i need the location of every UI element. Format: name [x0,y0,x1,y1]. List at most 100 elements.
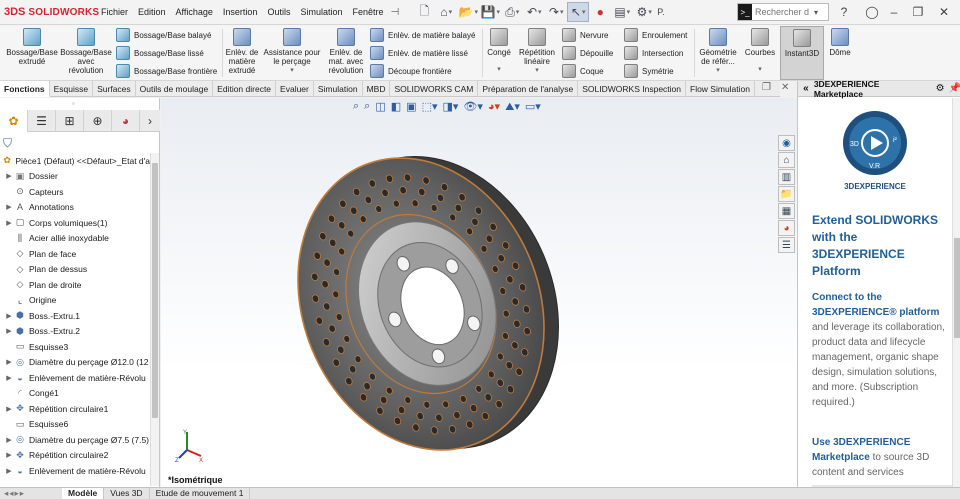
tree-node[interactable]: ⫼ Acier allié inoxydable [0,231,150,247]
tree-scrollbar[interactable] [150,153,159,486]
undo-icon[interactable]: ↶ [523,2,545,22]
menu-item[interactable]: Edition [133,7,171,17]
rib-button[interactable]: Nervure [562,27,608,43]
tree-node[interactable]: ▶ ◒ Enlèvement de matière-Révolu [0,370,150,386]
redo-icon[interactable]: ↷ [545,2,567,22]
bottom-tab[interactable]: Vues 3D [104,488,150,499]
menu-item[interactable]: Fichier [96,7,133,17]
select-arrow-icon[interactable]: ↖ [567,2,590,22]
command-tab[interactable]: Simulation [314,81,363,97]
command-tab[interactable]: Edition directe [213,81,277,97]
tree-node[interactable]: ◜ Congé1 [0,386,150,402]
bottom-tab[interactable]: Etude de mouvement 1 [150,488,251,499]
options-gear-icon[interactable]: ⚙ [633,2,655,22]
boundary-cut-button[interactable]: Découpe frontière [370,63,452,79]
menu-item[interactable]: Outils [262,7,295,17]
connect-link[interactable]: Connect to the 3DEXPERIENCE® platform [812,292,939,318]
command-tab[interactable]: Outils de moulage [136,81,214,97]
graphics-area[interactable]: ⌕ ⌕ ◫ ◧ ▣ ⬚▾ ◨▾ 👁▾ ◕▾ ⛰▾ ▭▾ ◉ ⌂ ▥ 📁 ▦ ◕ … [161,98,797,487]
expand-arrow-icon[interactable]: ▶ [4,405,14,413]
expand-arrow-icon[interactable]: ▶ [4,327,14,335]
dome-button[interactable]: Dôme [826,28,854,57]
file-explorer-icon[interactable]: 📁 [778,186,795,202]
shell-button[interactable]: Coque [562,63,604,79]
tabs-close-icon[interactable]: ✕ [781,82,789,93]
help-icon[interactable]: ? [836,4,852,20]
print-icon[interactable]: ⎙ [501,2,523,22]
command-tab[interactable]: MBD [363,81,391,97]
search-input[interactable] [752,7,814,17]
dimxpertmanager-tab-icon[interactable]: ⊕ [84,110,112,132]
menu-item[interactable]: Affichage [171,7,218,17]
tree-filter[interactable]: ⛉ [0,133,150,153]
tree-node[interactable]: ◇ Plan de dessus [0,262,150,278]
tree-node[interactable]: ▭ Esquisse3 [0,339,150,355]
command-tab[interactable]: Fonctions [0,81,50,97]
open-file-icon[interactable]: 📂 [457,2,479,22]
tree-node[interactable]: ▶ ✥ Répétition circulaire2 [0,448,150,464]
expand-arrow-icon[interactable]: ▶ [4,203,14,211]
command-tab[interactable]: Surfaces [93,81,136,97]
tree-node[interactable]: ▶ ◎ Diamètre du perçage Ø12.0 (12 [0,355,150,371]
tree-node[interactable]: ▶ ▢ Corps volumiques(1) [0,215,150,231]
tabs-more-chevron-icon[interactable]: › [140,110,160,132]
linear-pattern-button[interactable]: Répétition linéaire ▾ [514,28,560,75]
design-library-icon[interactable]: ▥ [778,169,795,185]
solidworks-logo[interactable]: 3DS SOLIDWORKS [0,6,99,18]
tree-node[interactable]: ✿ Pièce1 (Défaut) <<Défaut>_Etat d'a [0,153,150,169]
tree-node[interactable]: ◇ Plan de droite [0,277,150,293]
save-icon[interactable]: 💾 [479,2,501,22]
expand-arrow-icon[interactable]: ▶ [4,358,14,366]
view-palette-icon[interactable]: ▦ [778,203,795,219]
command-tab[interactable]: Esquisse [50,81,94,97]
command-tab[interactable]: Evaluer [276,81,314,97]
minimize-icon[interactable]: – [886,4,902,20]
tree-node[interactable]: ▭ Esquisse6 [0,417,150,433]
command-tab[interactable]: SOLIDWORKS CAM [390,81,479,97]
brake-disc-model[interactable] [161,98,797,487]
fillet-button[interactable]: Congé ▾ [484,28,514,74]
more-menu-p[interactable]: P. [657,7,664,17]
expand-arrow-icon[interactable]: ▶ [4,219,14,227]
tree-node[interactable]: ▶ ◎ Diamètre du perçage Ø7.5 (7.5) [0,432,150,448]
3dexperience-tab-icon[interactable]: ◉ [778,135,795,151]
tree-node[interactable]: ⌞ Origine [0,293,150,309]
displaymanager-tab-icon[interactable]: ◕ [112,110,140,132]
appearances-scenes-icon[interactable]: ◕ [778,220,795,236]
lofted-cut-button[interactable]: Enlèv. de matière lissé [370,45,468,61]
expand-arrow-icon[interactable]: ▶ [4,172,14,180]
swept-cut-button[interactable]: Enlèv. de matière balayé [370,27,475,43]
tree-node[interactable]: ▶ ⬢ Boss.-Extru.2 [0,324,150,340]
expand-arrow-icon[interactable]: ▶ [4,451,14,459]
solidworks-resources-icon[interactable]: ⌂ [778,152,795,168]
mirror-button[interactable]: Symétrie [624,63,674,79]
search-dropdown-chevron-icon[interactable]: ▾ [814,8,818,17]
revolved-boss-button[interactable]: Bossage/Base avec révolution [60,28,112,75]
intersect-button[interactable]: Intersection [624,45,683,61]
configurationmanager-tab-icon[interactable]: ⊞ [56,110,84,132]
instant3d-button[interactable]: Instant3D [780,26,824,80]
tree-node[interactable]: ▶ ◒ Enlèvement de matière-Révolu [0,463,150,479]
panel-grip-icon[interactable]: ◦ [72,99,75,108]
curves-button[interactable]: Courbes ▾ [742,28,778,74]
draft-button[interactable]: Dépouille [562,45,613,61]
featuremanager-tab-icon[interactable]: ✿ [0,110,28,132]
propertymanager-tab-icon[interactable]: ☰ [28,110,56,132]
new-document-icon[interactable]: 🗋 [413,2,435,22]
expand-arrow-icon[interactable]: ▶ [4,467,14,475]
menu-item[interactable]: Simulation [295,7,347,17]
menu-item[interactable]: Insertion [218,7,263,17]
command-tab[interactable]: Préparation de l'analyse [478,81,579,97]
tree-node[interactable]: ▶ ▣ Dossier [0,169,150,185]
restore-window-icon[interactable]: ❐ [910,4,926,20]
command-tab[interactable]: Flow Simulation [686,81,755,97]
expand-arrow-icon[interactable]: ▶ [4,374,14,382]
home-icon[interactable]: ⌂ [435,2,457,22]
pin-icon[interactable]: ⊣ [391,7,400,18]
swept-boss-button[interactable]: Bossage/Base balayé [116,27,211,43]
rebuild-traffic-light-icon[interactable]: ● [589,2,611,22]
extruded-boss-button[interactable]: Bossage/Base extrudé [4,28,60,66]
pane-pin-icon[interactable]: 📌 [949,83,960,94]
filter-funnel-icon[interactable]: ⛉ [3,136,12,151]
user-account-icon[interactable]: ◯ [864,4,880,20]
